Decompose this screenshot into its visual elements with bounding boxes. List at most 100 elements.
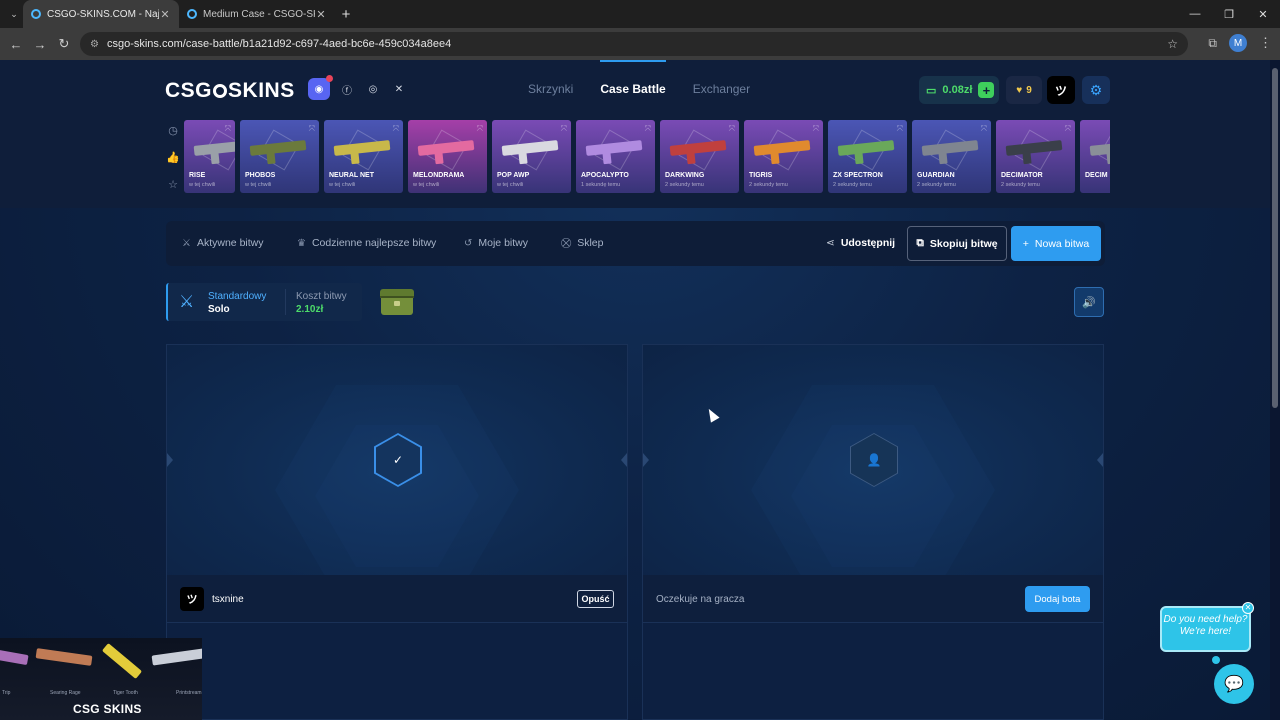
left-arrow-icon xyxy=(167,453,173,467)
restore-icon[interactable]: ❐ xyxy=(1212,0,1246,28)
drop-name: DARKWING xyxy=(665,172,705,179)
tab-label: Sklep xyxy=(577,237,604,249)
site-info-icon[interactable]: ⚙ xyxy=(90,39,99,50)
drop-card[interactable]: ⤧ ZX SPECTRON 2 sekundy temu xyxy=(828,120,907,193)
back-icon[interactable]: ← xyxy=(4,37,28,52)
instagram-icon[interactable]: ◎ xyxy=(364,80,382,98)
x-twitter-icon[interactable]: ✕ xyxy=(390,80,408,98)
battle-source-icon: ⤧ xyxy=(224,124,231,133)
player-avatar[interactable]: ツ xyxy=(180,587,204,611)
help-line-1: Do you need help? xyxy=(1163,614,1248,625)
new-tab-icon[interactable]: + xyxy=(335,6,357,23)
drop-card[interactable]: ⤧ DARKWING 2 sekundy temu xyxy=(660,120,739,193)
browser-tab[interactable]: Medium Case - CSGO-SKINS.C ✕ xyxy=(179,0,335,28)
share-button[interactable]: ⋖ Udostępnij xyxy=(826,237,895,249)
extensions-icon[interactable]: ⧉ xyxy=(1208,36,1217,51)
battle-source-icon: ⤧ xyxy=(308,124,315,133)
main-nav: Skrzynki Case Battle Exchanger xyxy=(528,60,750,96)
logo-o-icon xyxy=(213,84,228,98)
drop-card[interactable]: ⤧ POP AWP w tej chwili xyxy=(492,120,571,193)
battle-source-icon: ⤧ xyxy=(476,124,483,133)
drop-card[interactable]: ⤧ GUARDIAN 2 sekundy temu xyxy=(912,120,991,193)
forward-icon[interactable]: → xyxy=(28,37,52,52)
url-text: csgo-skins.com/case-battle/b1a21d92-c697… xyxy=(106,38,452,50)
tab-label: Moje bitwy xyxy=(478,237,528,249)
close-help-icon[interactable]: ✕ xyxy=(1242,602,1254,614)
drop-card[interactable]: ⤧ RISE w tej chwili xyxy=(184,120,235,193)
copy-battle-button[interactable]: ⧉ Skopiuj bitwę xyxy=(907,226,1007,261)
favicon-icon xyxy=(187,9,197,19)
left-arrow-icon xyxy=(643,453,649,467)
tab-search-icon[interactable]: ⌄ xyxy=(5,5,23,23)
player-name[interactable]: tsxnine xyxy=(212,594,244,605)
facebook-icon[interactable]: ⓕ xyxy=(338,80,356,98)
browser-tab-active[interactable]: CSGO-SKINS.COM - Najlepsze ✕ xyxy=(23,0,179,28)
tab-daily-best[interactable]: ♛ Codzienne najlepsze bitwy xyxy=(297,237,436,249)
url-input[interactable]: ⚙ csgo-skins.com/case-battle/b1a21d92-c6… xyxy=(80,32,1188,56)
battle-source-icon: ⤧ xyxy=(896,124,903,133)
help-bubble[interactable]: Do you need help? We're here! ✕ xyxy=(1160,602,1254,664)
share-icon: ⋖ xyxy=(826,237,835,249)
star-icon[interactable]: ☆ xyxy=(166,177,180,191)
tab-my-battles[interactable]: ↺ Moje bitwy xyxy=(464,237,528,249)
nav-cases[interactable]: Skrzynki xyxy=(528,82,573,96)
leave-button[interactable]: Opuść xyxy=(577,590,614,608)
deposit-plus-icon[interactable]: + xyxy=(978,82,995,98)
drop-card[interactable]: ⤧ TIGRIS 2 sekundy temu xyxy=(744,120,823,193)
drop-name: DECIMATOR xyxy=(1001,172,1043,179)
tab-title: CSGO-SKINS.COM - Najlepsze xyxy=(47,8,159,20)
drop-card[interactable]: ⤧ PHOBOS w tej chwili xyxy=(240,120,319,193)
drop-time: w tej chwili xyxy=(329,182,356,188)
coins-badge[interactable]: ♥ 9 xyxy=(1006,76,1042,104)
user-avatar[interactable]: ツ xyxy=(1047,76,1075,104)
weapon-caption: Tiger Tooth xyxy=(113,690,138,696)
drop-name: NEURAL NET xyxy=(329,172,374,179)
drop-card[interactable]: ⤧ DECIMATOR 2 sekundy temu xyxy=(996,120,1075,193)
thumbs-up-icon[interactable]: 👍 xyxy=(166,150,180,164)
minimize-icon[interactable]: — xyxy=(1178,0,1212,28)
nav-exchanger[interactable]: Exchanger xyxy=(693,82,750,96)
balance-badge[interactable]: ▭ 0.08zł + xyxy=(919,76,999,104)
close-window-icon[interactable]: ✕ xyxy=(1246,0,1280,28)
battle-mode-info: ⚔ Standardowy Solo Koszt bitwy 2.10zł xyxy=(166,283,362,321)
tab-label: Aktywne bitwy xyxy=(196,237,264,249)
sound-toggle-icon[interactable]: 🔊 xyxy=(1074,287,1104,317)
crossed-swords-icon: ⚔ xyxy=(179,292,195,311)
settings-gear-icon[interactable]: ⚙ xyxy=(1082,76,1110,104)
profile-avatar[interactable]: M xyxy=(1229,34,1247,52)
chat-icon[interactable]: 💬 xyxy=(1214,664,1254,704)
case-icon[interactable] xyxy=(380,289,414,315)
add-bot-button[interactable]: Dodaj bota xyxy=(1025,586,1090,612)
scrollbar-thumb[interactable] xyxy=(1272,68,1278,408)
close-tab-icon[interactable]: ✕ xyxy=(315,8,327,21)
discord-icon[interactable]: ◉ xyxy=(308,75,333,100)
battle-source-icon: ⤧ xyxy=(812,124,819,133)
site-logo[interactable]: CSG SKINS xyxy=(165,79,295,103)
nav-case-battle[interactable]: Case Battle xyxy=(600,60,667,96)
drop-card[interactable]: ⤧ MELONDRAMA w tej chwili xyxy=(408,120,487,193)
battle-source-icon: ⤧ xyxy=(980,124,987,133)
drop-time: 2 sekundy temu xyxy=(749,182,788,188)
cost-value: 2.10zł xyxy=(296,304,324,315)
swords-icon: ⚔ xyxy=(182,237,191,249)
new-battle-button[interactable]: + Nowa bitwa xyxy=(1011,226,1101,261)
drop-card[interactable]: ⤧DECIM xyxy=(1080,120,1110,193)
clock-icon[interactable]: ◷ xyxy=(166,123,180,137)
tab-label: Codzienne najlepsze bitwy xyxy=(311,237,437,249)
history-icon: ↺ xyxy=(464,237,473,249)
divider xyxy=(285,289,286,315)
drop-card[interactable]: ⤧ APOCALYPTO 1 sekundę temu xyxy=(576,120,655,193)
page-scrollbar[interactable] xyxy=(1270,60,1280,720)
browser-menu-icon[interactable]: ⋮ xyxy=(1259,35,1272,51)
wallet-icon: ▭ xyxy=(926,84,937,97)
copy-label: Skopiuj bitwę xyxy=(929,237,998,250)
close-tab-icon[interactable]: ✕ xyxy=(159,8,171,21)
weapon-image xyxy=(35,648,93,666)
tab-active-battles[interactable]: ⚔ Aktywne bitwy xyxy=(182,237,264,249)
drop-name: PHOBOS xyxy=(245,172,276,179)
plus-icon: + xyxy=(1022,237,1029,250)
reload-icon[interactable]: ↻ xyxy=(52,36,76,52)
bookmark-star-icon[interactable]: ☆ xyxy=(1167,37,1178,51)
drop-card[interactable]: ⤧ NEURAL NET w tej chwili xyxy=(324,120,403,193)
tab-shop[interactable]: ⛒ Sklep xyxy=(561,237,603,249)
